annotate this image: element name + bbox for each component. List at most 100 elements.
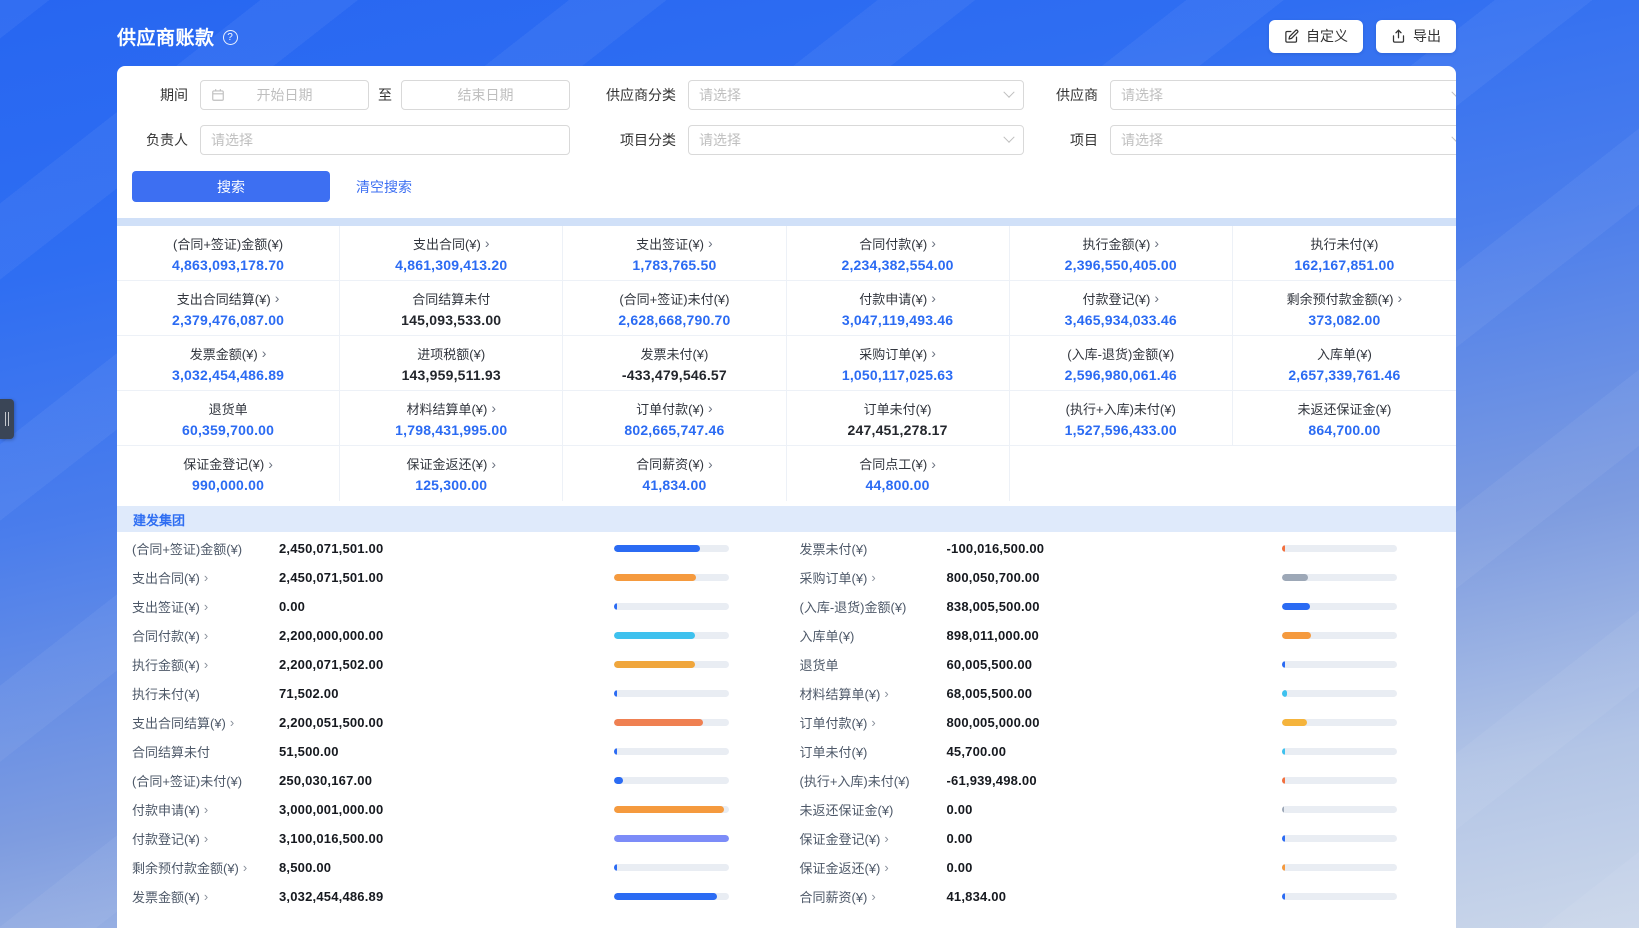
stat-cell[interactable]: 保证金返还(¥)›125,300.00	[340, 446, 563, 501]
stat-cell[interactable]: 退货单60,359,700.00	[117, 391, 340, 446]
supplier-category-select[interactable]: 请选择	[688, 80, 1024, 110]
stat-label: 付款申请(¥)›	[859, 289, 936, 308]
supplier-select[interactable]: 请选择	[1110, 80, 1456, 110]
stat-label: (执行+入库)未付(¥)	[1066, 399, 1176, 418]
owner-placeholder: 请选择	[211, 130, 253, 150]
metric-progress-bar	[1282, 748, 1397, 755]
company-metric-value: 800,005,000.00	[947, 715, 1283, 730]
chevron-right-icon: ›	[708, 401, 713, 415]
chevron-down-icon	[1451, 87, 1456, 98]
stat-cell[interactable]: 剩余预付款金额(¥)›373,082.00	[1233, 281, 1456, 336]
stat-cell[interactable]: 发票金额(¥)›3,032,454,486.89	[117, 336, 340, 391]
customize-button[interactable]: 自定义	[1269, 20, 1363, 53]
chevron-right-icon: ›	[243, 861, 247, 874]
metric-progress-bar	[1282, 864, 1397, 871]
stat-cell: 进项税额(¥)143,959,511.93	[340, 336, 563, 391]
company-metric-value: 3,000,001,000.00	[279, 802, 614, 817]
company-metric-row: (合同+签证)金额(¥)2,450,071,501.00	[117, 534, 787, 563]
stat-cell[interactable]: 付款登记(¥)›3,465,934,033.46	[1010, 281, 1233, 336]
stat-cell[interactable]: 合同付款(¥)›2,234,382,554.00	[787, 226, 1010, 281]
stat-label: 合同付款(¥)›	[859, 234, 936, 253]
company-metric-label[interactable]: 合同付款(¥)›	[132, 626, 279, 645]
stat-cell[interactable]: 合同薪资(¥)›41,834.00	[563, 446, 786, 501]
stat-cell[interactable]: 付款申请(¥)›3,047,119,493.46	[787, 281, 1010, 336]
company-metric-label[interactable]: 材料结算单(¥)›	[800, 684, 947, 703]
project-category-label: 项目分类	[592, 130, 676, 150]
stat-cell[interactable]: 订单付款(¥)›802,665,747.46	[563, 391, 786, 446]
stat-label: 支出合同(¥)›	[413, 234, 490, 253]
project-category-select[interactable]: 请选择	[688, 125, 1024, 155]
metric-progress-bar	[614, 777, 729, 784]
stat-label: 执行未付(¥)	[1310, 234, 1378, 253]
company-metric-row: 订单未付(¥)45,700.00	[787, 737, 1457, 766]
page-title: 供应商账款	[117, 23, 215, 50]
metric-progress-bar	[614, 690, 729, 697]
start-date-input[interactable]: 开始日期	[200, 80, 369, 110]
company-metric-label: 发票未付(¥)	[800, 539, 947, 558]
chevron-right-icon: ›	[268, 457, 273, 471]
company-metric-value: 68,005,500.00	[947, 686, 1283, 701]
chevron-right-icon: ›	[204, 832, 208, 845]
metric-progress-bar	[1282, 777, 1397, 784]
stat-cell[interactable]: 未返还保证金(¥)864,700.00	[1233, 391, 1456, 446]
side-panel-handle[interactable]	[0, 399, 14, 439]
stat-cell[interactable]: 执行未付(¥)162,167,851.00	[1233, 226, 1456, 281]
company-metric-row: 剩余预付款金额(¥)›8,500.00	[117, 853, 787, 882]
company-metric-row: 材料结算单(¥)›68,005,500.00	[787, 679, 1457, 708]
stat-cell[interactable]: 执行金额(¥)›2,396,550,405.00	[1010, 226, 1233, 281]
stat-cell[interactable]: 支出合同结算(¥)›2,379,476,087.00	[117, 281, 340, 336]
export-button[interactable]: 导出	[1376, 20, 1456, 53]
chevron-right-icon: ›	[1154, 291, 1159, 305]
company-metric-label[interactable]: 采购订单(¥)›	[800, 568, 947, 587]
search-button[interactable]: 搜索	[132, 171, 330, 202]
company-metric-value: 2,200,051,500.00	[279, 715, 614, 730]
end-date-input[interactable]: 结束日期	[401, 80, 570, 110]
owner-select[interactable]: 请选择	[200, 125, 570, 155]
company-metric-value: 898,011,000.00	[947, 628, 1283, 643]
stat-cell[interactable]: 材料结算单(¥)›1,798,431,995.00	[340, 391, 563, 446]
export-label: 导出	[1413, 26, 1441, 46]
company-metric-label[interactable]: 发票金额(¥)›	[132, 887, 279, 906]
stat-cell[interactable]: (合同+签证)金额(¥)4,863,093,178.70	[117, 226, 340, 281]
stat-cell[interactable]: 入库单(¥)2,657,339,761.46	[1233, 336, 1456, 391]
company-metric-value: 45,700.00	[947, 744, 1283, 759]
company-metric-label[interactable]: 订单付款(¥)›	[800, 713, 947, 732]
stat-cell[interactable]: (入库-退货)金额(¥)2,596,980,061.46	[1010, 336, 1233, 391]
stat-cell[interactable]: 合同点工(¥)›44,800.00	[787, 446, 1010, 501]
metric-progress-bar	[1282, 893, 1397, 900]
stat-cell[interactable]: 支出合同(¥)›4,861,309,413.20	[340, 226, 563, 281]
company-metric-value: 60,005,500.00	[947, 657, 1283, 672]
project-select[interactable]: 请选择	[1110, 125, 1456, 155]
stat-cell[interactable]: 采购订单(¥)›1,050,117,025.63	[787, 336, 1010, 391]
help-icon[interactable]: ?	[223, 30, 238, 45]
chevron-right-icon: ›	[485, 236, 490, 250]
stat-cell[interactable]: 保证金登记(¥)›990,000.00	[117, 446, 340, 501]
chevron-right-icon: ›	[204, 658, 208, 671]
stat-value: 60,359,700.00	[182, 422, 274, 438]
company-metric-label[interactable]: 支出签证(¥)›	[132, 597, 279, 616]
company-metric-label[interactable]: 合同薪资(¥)›	[800, 887, 947, 906]
company-metric-label[interactable]: 执行金额(¥)›	[132, 655, 279, 674]
company-metric-label[interactable]: 剩余预付款金额(¥)›	[132, 858, 279, 877]
metric-progress-bar	[614, 632, 729, 639]
company-metric-value: 0.00	[279, 599, 614, 614]
company-metric-label[interactable]: 保证金返还(¥)›	[800, 858, 947, 877]
company-detail: (合同+签证)金额(¥)2,450,071,501.00支出合同(¥)›2,45…	[117, 532, 1456, 911]
metric-progress-bar	[614, 545, 729, 552]
company-metric-label[interactable]: 保证金登记(¥)›	[800, 829, 947, 848]
stat-label: (入库-退货)金额(¥)	[1067, 344, 1174, 363]
stat-cell[interactable]: (执行+入库)未付(¥) 1,527,596,433.00	[1010, 391, 1233, 446]
clear-search-link[interactable]: 清空搜索	[356, 177, 412, 197]
company-metric-label: 退货单	[800, 655, 947, 674]
stat-label: 付款登记(¥)›	[1082, 289, 1159, 308]
company-metric-label[interactable]: 付款登记(¥)›	[132, 829, 279, 848]
stat-cell[interactable]: 支出签证(¥)›1,783,765.50	[563, 226, 786, 281]
company-metric-label[interactable]: 支出合同(¥)›	[132, 568, 279, 587]
stat-value: 1,527,596,433.00	[1065, 422, 1177, 438]
chevron-right-icon: ›	[204, 629, 208, 642]
company-metric-row: 支出合同结算(¥)›2,200,051,500.00	[117, 708, 787, 737]
stat-label: 剩余预付款金额(¥)›	[1287, 289, 1403, 308]
company-metric-label[interactable]: 付款申请(¥)›	[132, 800, 279, 819]
stat-cell[interactable]: (合同+签证)未付(¥)2,628,668,790.70	[563, 281, 786, 336]
company-metric-label[interactable]: 支出合同结算(¥)›	[132, 713, 279, 732]
